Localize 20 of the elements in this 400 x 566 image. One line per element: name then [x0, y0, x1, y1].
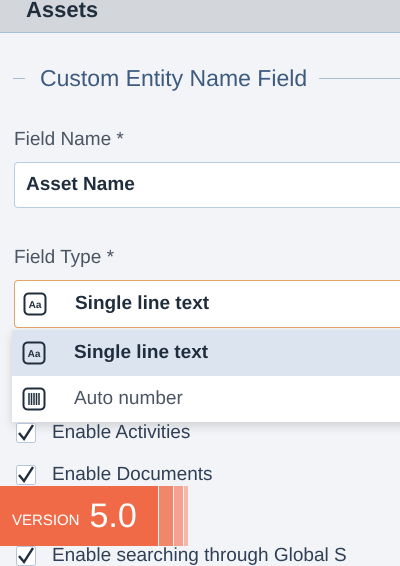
dropdown-option[interactable]: Auto number: [12, 376, 400, 422]
banner-stripes: [159, 486, 189, 546]
field-label: Field Name *: [13, 128, 125, 152]
checkbox-label: Enable searching through Global S: [52, 546, 347, 566]
field-label: Field Type *: [13, 246, 115, 270]
checkbox[interactable]: [16, 546, 36, 566]
checkbox[interactable]: [16, 423, 36, 443]
text-type-icon: Aa: [22, 341, 46, 365]
checkbox-label: Enable Activities: [52, 423, 190, 443]
barcode-icon: [22, 387, 46, 411]
text-type-icon: Aa: [23, 292, 47, 316]
version-label: VERSION: [12, 512, 80, 528]
checkbox-label: Enable Documents: [52, 465, 213, 485]
version-number: 5.0: [90, 496, 137, 536]
checkbox[interactable]: [16, 465, 36, 485]
dropdown-option[interactable]: Aa Single line text: [12, 330, 400, 376]
field-name-input[interactable]: Asset Name: [14, 162, 400, 208]
assets-field[interactable]: Assets: [0, 0, 400, 33]
field-type-select[interactable]: Aa Single line text: [14, 280, 400, 328]
section-legend: Custom Entity Name Field: [40, 64, 308, 92]
